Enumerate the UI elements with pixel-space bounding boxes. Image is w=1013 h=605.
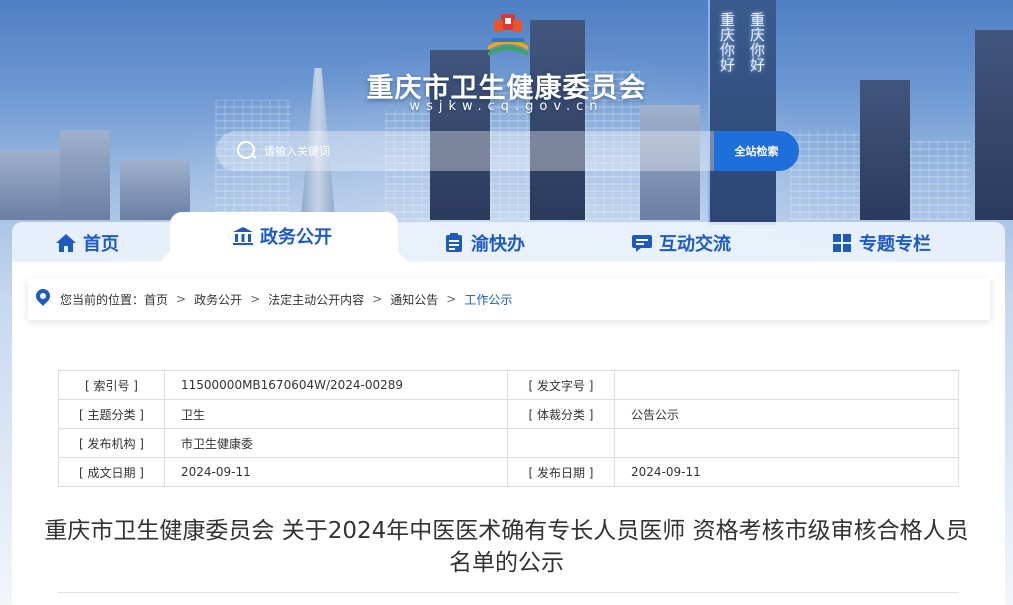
- meta-value-topic: 卫生: [164, 399, 508, 429]
- nav-item-special-topics[interactable]: 专题专栏: [831, 222, 931, 264]
- nav-item-label: 政务公开: [260, 227, 332, 248]
- skyline-building: [0, 150, 60, 220]
- nav-item-label: 专题专栏: [859, 234, 931, 255]
- government-building-icon: [233, 227, 253, 245]
- meta-label-publisher: [ 发布机构 ]: [58, 428, 165, 458]
- meta-value-document-number: [614, 370, 959, 400]
- skyline-building: [975, 30, 1013, 220]
- breadcrumb-separator: >: [372, 292, 383, 306]
- emblem-logo: [488, 14, 528, 56]
- article-title: 重庆市卫生健康委员会 关于2024年中医医术确有专长人员医师 资格考核市级审核合…: [44, 518, 969, 576]
- clipboard-icon: [446, 233, 462, 252]
- grid-icon: [833, 234, 851, 252]
- breadcrumb-separator: >: [446, 292, 457, 306]
- breadcrumb-link-government-affairs[interactable]: 政务公开: [194, 291, 242, 308]
- table-row: [ 索引号 ] 11500000MB1670604W/2024-00289 [ …: [58, 370, 959, 400]
- table-row: [ 发布机构 ] 市卫生健康委: [58, 428, 959, 458]
- meta-value-publish-date: 2024-09-11: [614, 457, 959, 487]
- table-row: [ 主题分类 ] 卫生 [ 体裁分类 ] 公告公示: [58, 399, 959, 429]
- chat-bubble-icon: [632, 235, 652, 252]
- home-icon: [56, 234, 76, 252]
- site-search-button[interactable]: 全站检索: [714, 131, 799, 171]
- meta-label-index-number: [ 索引号 ]: [58, 370, 165, 400]
- breadcrumb-prefix: 您当前的位置：: [60, 292, 145, 307]
- nav-item-government-affairs[interactable]: 政务公开: [232, 215, 332, 257]
- meta-value-index-number: 11500000MB1670604W/2024-00289: [164, 370, 508, 400]
- meta-label-empty: [507, 428, 615, 458]
- skyline-building: [120, 160, 190, 220]
- skyline-building: [60, 130, 110, 220]
- nav-item-label: 渝快办: [471, 234, 525, 255]
- location-pin-icon: [36, 289, 50, 309]
- table-row: [ 成文日期 ] 2024-09-11 [ 发布日期 ] 2024-09-11: [58, 457, 959, 487]
- page-edge-left: [0, 300, 12, 605]
- led-text-left: 重庆你好: [718, 12, 736, 72]
- nav-item-interaction[interactable]: 互动交流: [631, 222, 731, 264]
- meta-label-written-date: [ 成文日期 ]: [58, 457, 165, 487]
- breadcrumb-separator: >: [176, 292, 187, 306]
- led-text-right: 重庆你好: [748, 12, 766, 72]
- meta-value-empty: [614, 428, 959, 458]
- meta-label-topic: [ 主题分类 ]: [58, 399, 165, 429]
- search-icon: [236, 140, 258, 162]
- breadcrumb-current[interactable]: 工作公示: [464, 291, 512, 308]
- meta-label-genre: [ 体裁分类 ]: [507, 399, 615, 429]
- skyline-building: [910, 140, 970, 220]
- search-bar: [216, 131, 716, 171]
- skyline-building: [530, 20, 585, 220]
- meta-value-genre: 公告公示: [614, 399, 959, 429]
- breadcrumb-link-notices[interactable]: 通知公告: [390, 291, 438, 308]
- breadcrumb-link-statutory-content[interactable]: 法定主动公开内容: [268, 291, 364, 308]
- meta-value-written-date: 2024-09-11: [164, 457, 508, 487]
- page-edge-right: [1005, 300, 1013, 605]
- meta-label-document-number: [ 发文字号 ]: [507, 370, 615, 400]
- nav-item-yukuaiban[interactable]: 渝快办: [443, 222, 525, 264]
- nav-item-home[interactable]: 首页: [55, 222, 119, 264]
- breadcrumb-link-home[interactable]: 首页: [144, 291, 168, 308]
- nav-item-label: 互动交流: [659, 234, 731, 255]
- meta-label-publish-date: [ 发布日期 ]: [507, 457, 615, 487]
- meta-value-publisher: 市卫生健康委: [164, 428, 508, 458]
- document-meta-table: [ 索引号 ] 11500000MB1670604W/2024-00289 [ …: [58, 370, 959, 487]
- breadcrumb: 您当前的位置： 首页 > 政务公开 > 法定主动公开内容 > 通知公告 > 工作…: [28, 278, 990, 320]
- breadcrumb-separator: >: [250, 292, 261, 306]
- search-input[interactable]: [264, 144, 664, 158]
- site-domain: wsjkw.cq.gov.cn: [409, 99, 604, 114]
- title-divider: [58, 592, 959, 593]
- nav-item-label: 首页: [83, 234, 119, 255]
- skyline-building: [790, 130, 860, 220]
